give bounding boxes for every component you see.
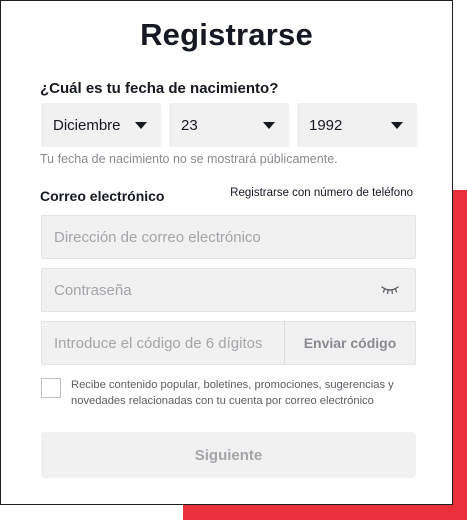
month-value: Diciembre <box>53 116 121 134</box>
marketing-consent-checkbox[interactable] <box>41 378 61 398</box>
password-field-container <box>41 268 416 312</box>
eye-closed-icon[interactable] <box>381 284 399 296</box>
birthdate-privacy-note: Tu fecha de nacimiento no se mostrará pú… <box>40 152 338 166</box>
year-select[interactable]: 1992 <box>297 103 417 147</box>
month-select[interactable]: Diciembre <box>41 103 161 147</box>
signup-card: Registrarse ¿Cuál es tu fecha de nacimie… <box>0 0 453 505</box>
next-button[interactable]: Siguiente <box>41 432 416 478</box>
day-value: 23 <box>181 116 198 134</box>
birthdate-label: ¿Cuál es tu fecha de nacimiento? <box>40 80 279 97</box>
chevron-down-icon <box>391 121 403 129</box>
phone-signup-link[interactable]: Registrarse con número de teléfono <box>230 187 413 199</box>
code-field-container: Enviar código <box>41 321 416 365</box>
password-field[interactable] <box>42 269 415 311</box>
verification-code-field[interactable] <box>42 322 285 364</box>
day-select[interactable]: 23 <box>169 103 289 147</box>
chevron-down-icon <box>135 121 147 129</box>
email-label: Correo electrónico <box>40 188 165 204</box>
send-code-button[interactable]: Enviar código <box>285 322 415 364</box>
marketing-consent-text: Recibe contenido popular, boletines, pro… <box>71 379 394 407</box>
email-field[interactable] <box>42 216 415 258</box>
email-field-container <box>41 215 416 259</box>
year-value: 1992 <box>309 116 343 134</box>
chevron-down-icon <box>263 121 275 129</box>
page-title: Registrarse <box>140 17 313 52</box>
